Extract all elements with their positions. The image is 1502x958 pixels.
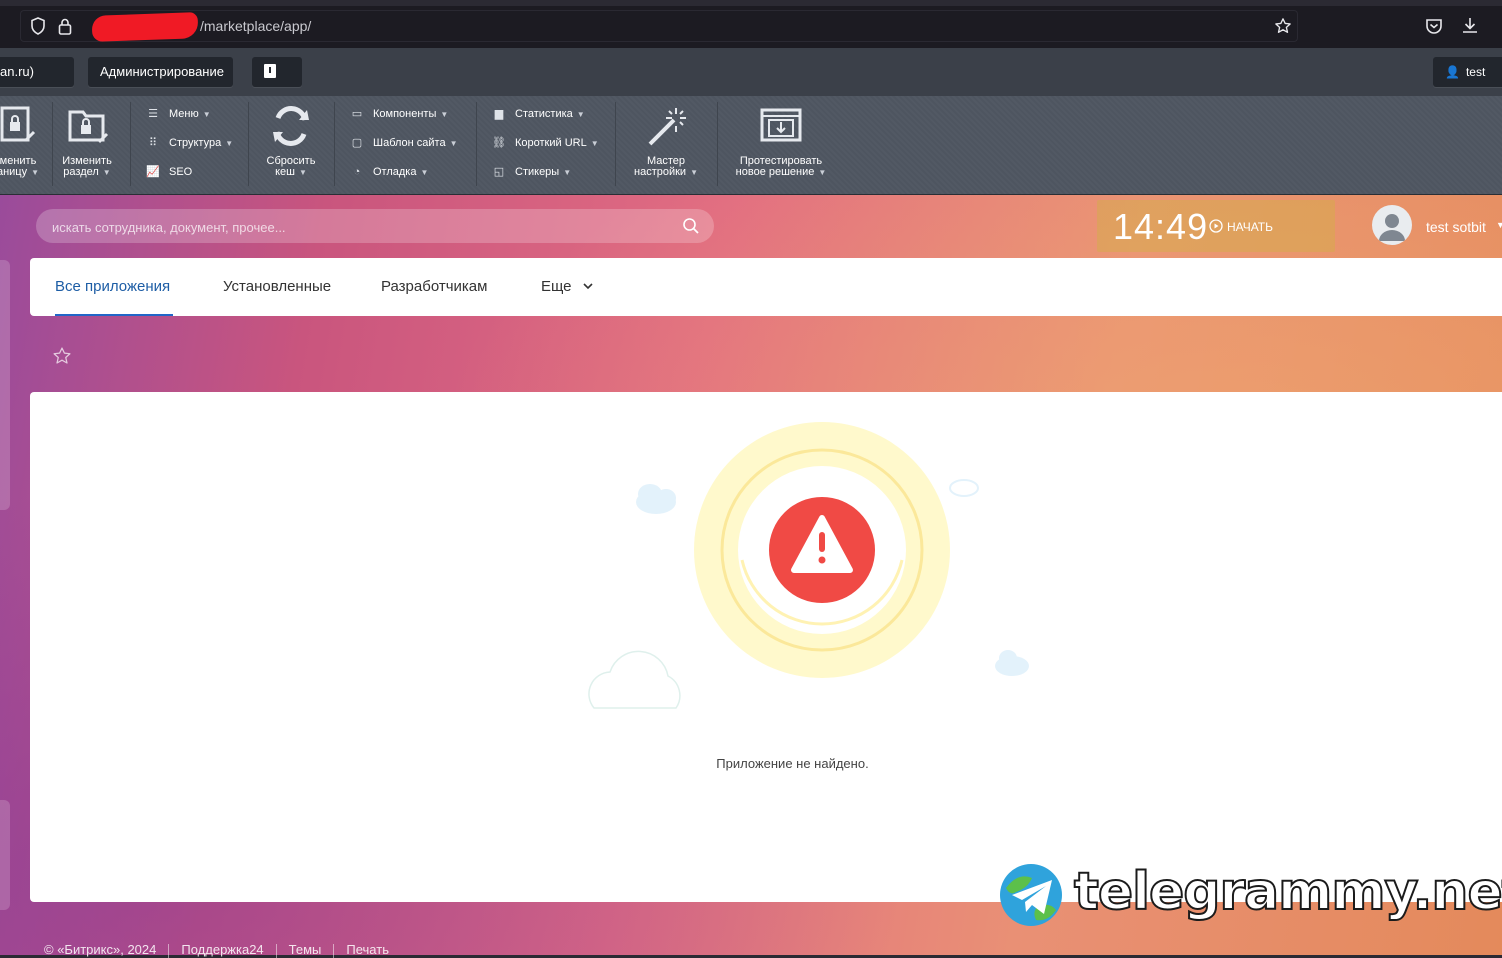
search-input[interactable] [50,209,674,245]
avatar[interactable] [1372,205,1412,245]
chevron-down-icon [583,283,593,290]
start-workday-button[interactable]: НАЧАТЬ [1209,219,1273,234]
left-menu-edge[interactable] [0,260,10,510]
test-solution-line2: новое решение [735,166,815,178]
structure-label: Структура [169,137,222,149]
tab-installed[interactable]: Установленные [223,278,331,295]
clipboard-icon: ▢ [351,137,363,149]
tab-strip [0,0,1502,6]
user-icon: 👤 [1445,65,1460,79]
stickers-tool[interactable]: ◱ Стикеры ▼ [491,163,571,181]
admin-panel-top: an.ru) [s2]▼ Администрирование 5 👤test s… [0,48,1502,109]
sticker-icon: ◱ [493,166,505,178]
play-icon [1209,219,1223,233]
error-message: Приложение не найдено. [716,756,869,771]
statistics-tool[interactable]: ▆ Статистика ▼ [491,105,585,123]
reset-cache-tool[interactable]: Сбросить кеш ▼ [258,104,324,178]
stickers-label: Стикеры [515,166,560,178]
address-bar[interactable]: /marketplace/app/ [20,10,1298,42]
site-template-tool[interactable]: ▢ Шаблон сайта ▼ [349,134,458,152]
magic-wand-icon [648,108,686,146]
administration-label: Администрирование [100,64,224,79]
download-icon[interactable] [1461,16,1479,34]
avatar-icon [1379,214,1405,241]
refresh-icon [273,106,309,146]
link-icon: ⛓ [492,137,506,149]
notifications-button[interactable]: 5 [252,57,302,109]
seo-label: SEO [169,166,193,178]
active-tab-indicator [55,314,173,316]
app-content-card [30,392,1502,902]
administration-button[interactable]: Администрирование [88,57,233,87]
debug-label: Отладка [373,166,417,178]
watermark: telegrammy.net [998,861,1502,933]
menu-label: Меню [169,108,199,120]
left-menu-edge-lower[interactable] [0,800,10,910]
user-name[interactable]: test sotbit [1426,219,1486,235]
chart-icon: 📈 [146,166,160,178]
edit-section-icon [68,110,109,144]
pocket-icon[interactable] [1425,18,1443,34]
speedometer-icon: ◔ [353,166,361,178]
error-illustration [588,422,1029,709]
edit-page-icon [0,106,36,142]
site-template-label: Шаблон сайта [373,137,446,149]
short-url-tool[interactable]: ⛓ Короткий URL ▼ [491,134,599,152]
bookmark-star-icon[interactable] [1274,17,1292,35]
edit-section-line2: раздел [63,166,99,178]
test-solution-tool[interactable]: Протестировать новое решение ▼ [728,104,834,178]
browser-toolbar: /marketplace/app/ [0,0,1502,48]
redacted-domain [91,12,199,42]
components-tool[interactable]: ▭ Компоненты ▼ [349,105,449,123]
site-switcher[interactable]: an.ru) [s2]▼ [0,57,74,109]
cloud-outline-icon [588,650,681,709]
install-icon [760,108,802,142]
notification-icon [264,64,276,78]
setup-wizard-line2: настройки [634,166,687,178]
debug-tool[interactable]: ◔ Отладка ▼ [349,163,429,181]
grid-icon: ⠿ [148,137,158,149]
search-icon[interactable] [682,217,700,235]
edit-page-line2: аницу [0,166,28,178]
edit-section-tool[interactable]: Изменить раздел ▼ [58,104,116,178]
footer: © «Битрикс», 2024 Поддержка24 Темы Печать [44,942,401,958]
telegram-globe-icon [1000,864,1062,926]
bar-chart-icon: ▆ [494,108,504,120]
tab-more[interactable]: Еще [541,278,594,295]
tab-more-label: Еще [541,278,572,295]
components-label: Компоненты [373,108,437,120]
watermark-text: telegrammy.net [1073,861,1502,923]
admin-user-button[interactable]: 👤test sot [1433,57,1502,109]
reset-cache-line2: кеш [275,166,295,178]
lock-icon[interactable] [58,17,72,35]
workday-widget[interactable]: 14:49 НАЧАТЬ [1097,200,1335,252]
shield-icon[interactable] [30,17,46,35]
chevron-down-icon[interactable]: ▼ [1496,220,1502,230]
edit-page-tool[interactable]: менить аницу ▼ [0,104,48,178]
short-url-label: Короткий URL [515,137,587,149]
list-icon: ☰ [148,108,158,120]
setup-wizard-tool[interactable]: Мастер настройки ▼ [626,104,706,178]
favorite-star-icon[interactable] [52,346,72,366]
components-icon: ▭ [351,108,363,120]
search-bar[interactable] [36,209,714,245]
tab-all-apps[interactable]: Все приложения [55,278,170,295]
menu-tool[interactable]: ☰ Меню ▼ [145,105,211,123]
statistics-label: Статистика [515,108,573,120]
tab-developers[interactable]: Разработчикам [381,278,487,295]
url-text[interactable]: /marketplace/app/ [200,18,311,34]
structure-tool[interactable]: ⠿ Структура ▼ [145,134,233,152]
start-label: НАЧАТЬ [1227,220,1274,234]
seo-tool[interactable]: 📈 SEO [145,163,192,181]
clock-time: 14:49 [1113,206,1209,247]
marketplace-tabs: Все приложения Установленные Разработчик… [30,258,1502,316]
admin-panel-tools: менить аницу ▼ Изменить раздел ▼ ☰ Меню ▼ ⠿ С… [0,96,1502,195]
